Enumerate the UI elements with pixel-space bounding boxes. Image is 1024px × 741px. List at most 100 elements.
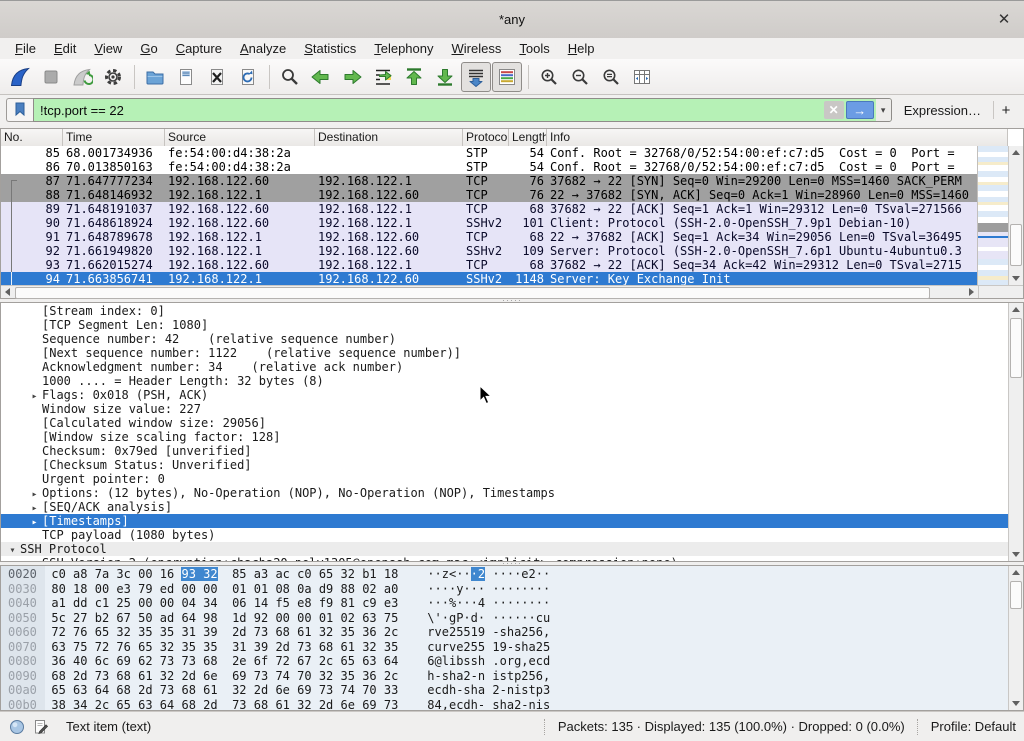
column-header-no[interactable]: No. bbox=[1, 129, 63, 146]
capture-comment-button[interactable] bbox=[32, 718, 50, 736]
profile-text[interactable]: Profile: Default bbox=[931, 719, 1016, 734]
column-header-source[interactable]: Source bbox=[165, 129, 315, 146]
detail-line[interactable]: Sequence number: 42 (relative sequence n… bbox=[1, 332, 1008, 346]
detail-line[interactable]: ▸[SEQ/ACK analysis] bbox=[1, 500, 1008, 514]
packet-row-87[interactable]: 8771.647777234192.168.122.60192.168.122.… bbox=[1, 174, 978, 188]
intelligent-scrollbar-minimap[interactable] bbox=[977, 146, 1008, 285]
packet-row-85[interactable]: 8568.001734936fe:54:00:d4:38:2aSTP54Conf… bbox=[1, 146, 978, 160]
expander-icon[interactable]: ▸ bbox=[27, 558, 42, 561]
column-header-protocol[interactable]: Protocol bbox=[463, 129, 509, 146]
column-header-time[interactable]: Time bbox=[63, 129, 165, 146]
scroll-left-icon[interactable] bbox=[1, 286, 14, 298]
packet-row-86[interactable]: 8670.013850163fe:54:00:d4:38:2aSTP54Conf… bbox=[1, 160, 978, 174]
detail-line[interactable]: [Stream index: 0] bbox=[1, 304, 1008, 318]
capture-options-button[interactable] bbox=[98, 62, 128, 92]
packet-list-vscrollbar[interactable] bbox=[1008, 146, 1023, 285]
detail-line[interactable]: ▾SSH Protocol bbox=[1, 542, 1008, 556]
column-header-destination[interactable]: Destination bbox=[315, 129, 463, 146]
scrollbar-thumb[interactable] bbox=[1010, 318, 1022, 378]
go-back-button[interactable] bbox=[306, 62, 336, 92]
hex-vscrollbar[interactable] bbox=[1008, 566, 1023, 710]
packet-row-94[interactable]: 9471.663856741192.168.122.1192.168.122.6… bbox=[1, 272, 978, 285]
packet-row-89[interactable]: 8971.648191037192.168.122.60192.168.122.… bbox=[1, 202, 978, 216]
menu-tools[interactable]: Tools bbox=[510, 39, 558, 58]
detail-line[interactable]: ▸Flags: 0x018 (PSH, ACK) bbox=[1, 388, 1008, 402]
colorize-packets-button[interactable] bbox=[492, 62, 522, 92]
go-last-button[interactable] bbox=[430, 62, 460, 92]
hex-row-0040[interactable]: 0040 a1 dd c1 25 00 00 04 34 06 14 f5 e8… bbox=[1, 596, 1008, 611]
go-forward-button[interactable] bbox=[337, 62, 367, 92]
column-header-info[interactable]: Info bbox=[547, 129, 1008, 146]
detail-line[interactable]: [Next sequence number: 1122 (relative se… bbox=[1, 346, 1008, 360]
resize-columns-button[interactable] bbox=[627, 62, 657, 92]
menu-telephony[interactable]: Telephony bbox=[365, 39, 442, 58]
filter-apply-button[interactable]: → bbox=[846, 101, 874, 119]
go-first-button[interactable] bbox=[399, 62, 429, 92]
packet-row-91[interactable]: 9171.648789678192.168.122.1192.168.122.6… bbox=[1, 230, 978, 244]
scrollbar-thumb[interactable] bbox=[1010, 224, 1022, 266]
menu-go[interactable]: Go bbox=[131, 39, 166, 58]
filter-dropdown-icon[interactable]: ▾ bbox=[876, 99, 891, 121]
add-filter-button[interactable]: + bbox=[994, 102, 1018, 119]
hex-row-0050[interactable]: 0050 5c 27 b2 67 50 ad 64 98 1d 92 00 00… bbox=[1, 611, 1008, 626]
detail-line[interactable]: TCP payload (1080 bytes) bbox=[1, 528, 1008, 542]
find-packet-button[interactable] bbox=[275, 62, 305, 92]
filter-clear-button[interactable]: ✕ bbox=[824, 101, 844, 119]
hex-row-00a0[interactable]: 00a0 65 63 64 68 2d 73 68 61 32 2d 6e 69… bbox=[1, 683, 1008, 698]
open-file-button[interactable] bbox=[140, 62, 170, 92]
go-to-packet-button[interactable] bbox=[368, 62, 398, 92]
details-vscrollbar[interactable] bbox=[1008, 303, 1023, 561]
scroll-down-icon[interactable] bbox=[1009, 697, 1023, 710]
save-file-button[interactable] bbox=[171, 62, 201, 92]
expert-info-button[interactable] bbox=[8, 718, 26, 736]
detail-line[interactable]: Acknowledgment number: 34 (relative ack … bbox=[1, 360, 1008, 374]
detail-line[interactable]: Checksum: 0x79ed [unverified] bbox=[1, 444, 1008, 458]
scrollbar-thumb[interactable] bbox=[15, 287, 930, 299]
packet-row-88[interactable]: 8871.648146932192.168.122.1192.168.122.6… bbox=[1, 188, 978, 202]
hex-row-0030[interactable]: 0030 80 18 00 e3 79 ed 00 00 01 01 08 0a… bbox=[1, 582, 1008, 597]
menu-file[interactable]: File bbox=[6, 39, 45, 58]
menu-wireless[interactable]: Wireless bbox=[443, 39, 511, 58]
scroll-down-icon[interactable] bbox=[1009, 272, 1023, 285]
menu-statistics[interactable]: Statistics bbox=[295, 39, 365, 58]
packet-row-92[interactable]: 9271.661949820192.168.122.1192.168.122.6… bbox=[1, 244, 978, 258]
hex-row-0080[interactable]: 0080 36 40 6c 69 62 73 73 68 2e 6f 72 67… bbox=[1, 654, 1008, 669]
detail-line[interactable]: [Checksum Status: Unverified] bbox=[1, 458, 1008, 472]
display-filter-input[interactable]: !tcp.port == 22 bbox=[34, 99, 822, 121]
filter-bookmark-button[interactable] bbox=[6, 98, 33, 122]
hex-row-0070[interactable]: 0070 63 75 72 76 65 32 35 35 31 39 2d 73… bbox=[1, 640, 1008, 655]
detail-line[interactable]: ▸[Timestamps] bbox=[1, 514, 1008, 528]
menu-analyze[interactable]: Analyze bbox=[231, 39, 295, 58]
packet-row-90[interactable]: 9071.648618924192.168.122.60192.168.122.… bbox=[1, 216, 978, 230]
detail-line[interactable]: ▸SSH Version 2 (encryption:chacha20-poly… bbox=[1, 556, 1008, 561]
hex-row-00b0[interactable]: 00b0 38 34 2c 65 63 64 68 2d 73 68 61 32… bbox=[1, 698, 1008, 711]
menu-capture[interactable]: Capture bbox=[167, 39, 231, 58]
scroll-up-icon[interactable] bbox=[1009, 566, 1023, 579]
scroll-down-icon[interactable] bbox=[1009, 548, 1023, 561]
scroll-up-icon[interactable] bbox=[1009, 146, 1023, 159]
packet-row-93[interactable]: 9371.662015274192.168.122.60192.168.122.… bbox=[1, 258, 978, 272]
zoom-out-button[interactable] bbox=[565, 62, 595, 92]
expression-button[interactable]: Expression… bbox=[892, 103, 993, 118]
zoom-in-button[interactable] bbox=[534, 62, 564, 92]
hex-row-0060[interactable]: 0060 72 76 65 32 35 35 31 39 2d 73 68 61… bbox=[1, 625, 1008, 640]
window-close-icon[interactable]: ✕ bbox=[994, 10, 1014, 30]
reload-file-button[interactable] bbox=[233, 62, 263, 92]
scrollbar-thumb[interactable] bbox=[1010, 581, 1022, 609]
title-bar[interactable]: *any ✕ bbox=[0, 0, 1024, 38]
zoom-reset-button[interactable] bbox=[596, 62, 626, 92]
detail-line[interactable]: Urgent pointer: 0 bbox=[1, 472, 1008, 486]
detail-line[interactable]: Window size value: 227 bbox=[1, 402, 1008, 416]
scroll-right-icon[interactable] bbox=[965, 286, 978, 298]
start-capture-button[interactable] bbox=[5, 62, 35, 92]
scroll-up-icon[interactable] bbox=[1009, 303, 1023, 316]
menu-help[interactable]: Help bbox=[559, 39, 604, 58]
hex-row-0090[interactable]: 0090 68 2d 73 68 61 32 2d 6e 69 73 74 70… bbox=[1, 669, 1008, 684]
menu-edit[interactable]: Edit bbox=[45, 39, 85, 58]
close-file-button[interactable] bbox=[202, 62, 232, 92]
detail-line[interactable]: 1000 .... = Header Length: 32 bytes (8) bbox=[1, 374, 1008, 388]
detail-line[interactable]: [TCP Segment Len: 1080] bbox=[1, 318, 1008, 332]
detail-line[interactable]: ▸Options: (12 bytes), No-Operation (NOP)… bbox=[1, 486, 1008, 500]
column-header-length[interactable]: Length bbox=[509, 129, 547, 146]
packet-list-hscrollbar[interactable] bbox=[1, 285, 978, 298]
